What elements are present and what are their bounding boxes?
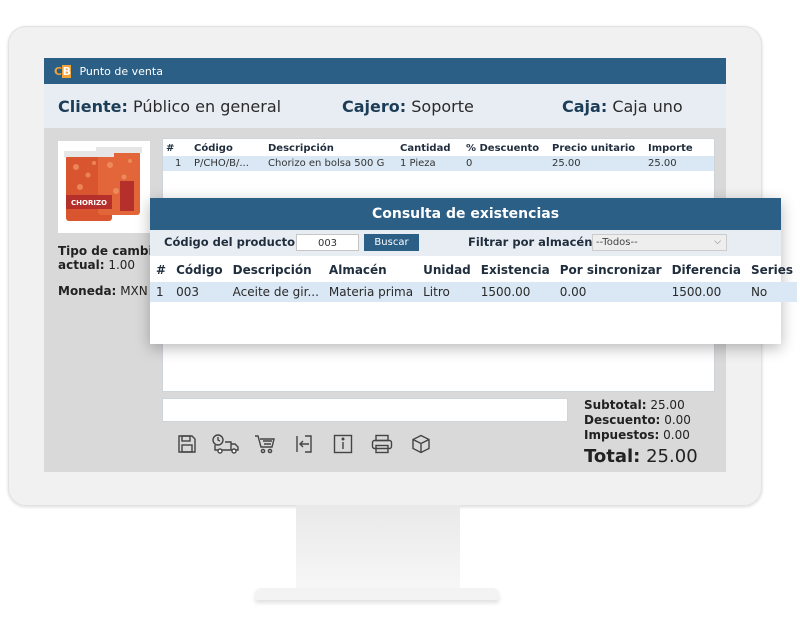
col-header[interactable]: % Descuento — [463, 139, 549, 156]
exchange-rate-info: Tipo de cambio actual: 1.00 — [58, 244, 161, 272]
taxes-row: Impuestos: 0.00 — [584, 428, 690, 442]
shopping-cart-icon — [254, 435, 275, 454]
warehouse-select[interactable]: --Todos-- ⌵ — [592, 234, 727, 251]
monitor-stand-neck — [296, 505, 460, 591]
cashier-info: Cajero: Soporte — [342, 97, 474, 116]
monitor-stand-base — [255, 588, 499, 600]
col-header[interactable]: Descripción — [265, 139, 397, 156]
app-logo: CB — [54, 64, 72, 78]
exit-button[interactable] — [289, 431, 318, 457]
col-header[interactable]: Unidad — [417, 256, 475, 282]
col-header[interactable]: # — [163, 139, 191, 156]
col-header[interactable]: Precio unitario — [549, 139, 645, 156]
delivery-truck-icon — [211, 434, 239, 454]
app-title: Punto de venta — [79, 64, 163, 78]
save-button[interactable] — [172, 431, 201, 457]
totals-panel: Subtotal: 25.00 Descuento: 0.00 Impuesto… — [584, 398, 698, 467]
client-info: Cliente: Público en general — [58, 97, 282, 116]
action-toolbar — [172, 431, 435, 457]
col-header[interactable]: Diferencia — [666, 256, 745, 282]
save-icon — [177, 435, 196, 453]
col-header[interactable]: Código — [170, 256, 227, 282]
col-header[interactable]: Almacén — [323, 256, 417, 282]
col-header[interactable]: Código — [191, 139, 265, 156]
col-header[interactable]: Importe — [645, 139, 714, 156]
sale-info-band: Cliente: Público en general Cajero: Sopo… — [44, 84, 726, 128]
col-header[interactable]: Descripción — [227, 256, 323, 282]
col-header[interactable]: # — [150, 256, 170, 282]
info-button[interactable] — [328, 431, 357, 457]
delivery-button[interactable] — [211, 431, 240, 457]
product-code-label: Código del producto: — [164, 235, 300, 249]
product-image: CHORIZO — [58, 141, 150, 233]
exit-icon — [295, 435, 312, 453]
package-icon — [411, 434, 430, 454]
col-header[interactable]: Cantidad — [397, 139, 463, 156]
inventory-button[interactable] — [406, 431, 435, 457]
title-bar: CB Punto de venta — [44, 58, 726, 84]
dialog-title: Consulta de existencias — [150, 198, 781, 230]
warehouse-filter-label: Filtrar por almacén: — [468, 235, 597, 249]
stock-query-dialog: Consulta de existencias Código del produ… — [150, 198, 798, 344]
col-header[interactable]: Series — [745, 256, 797, 282]
subtotal-row: Subtotal: 25.00 — [584, 398, 685, 412]
discount-row: Descuento: 0.00 — [584, 413, 691, 427]
register-info: Caja: Caja uno — [562, 97, 683, 116]
table-row[interactable]: 1 003 Aceite de gir... Materia prima Lit… — [150, 282, 798, 302]
grand-total: Total: 25.00 — [584, 446, 698, 467]
stock-table: # Código Descripción Almacén Unidad Exis… — [150, 256, 798, 302]
search-button[interactable]: Buscar — [364, 234, 419, 251]
svg-text:CHORIZO: CHORIZO — [71, 199, 107, 207]
print-button[interactable] — [367, 431, 396, 457]
info-icon — [333, 434, 352, 454]
product-code-input[interactable]: 003 — [296, 234, 359, 251]
col-header[interactable]: Existencia — [475, 256, 554, 282]
col-header[interactable]: Por sincronizar — [554, 256, 666, 282]
currency-info: Moneda: MXN — [58, 284, 148, 298]
table-row[interactable]: 1 P/CHO/B/... Chorizo en bolsa 500 G 1 P… — [163, 156, 714, 171]
dialog-filter-bar: Código del producto: 003 Buscar Filtrar … — [150, 230, 781, 256]
notes-input[interactable] — [162, 398, 568, 422]
chevron-down-icon: ⌵ — [714, 237, 721, 247]
printer-icon — [371, 434, 392, 454]
cart-button[interactable] — [250, 431, 279, 457]
